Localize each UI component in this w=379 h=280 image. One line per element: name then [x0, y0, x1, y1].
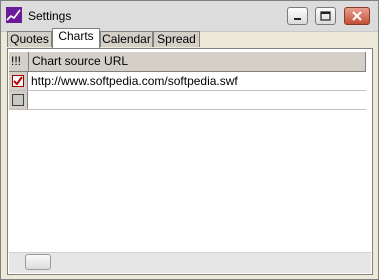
minimize-button[interactable] [287, 7, 308, 25]
maximize-button[interactable] [315, 7, 336, 25]
checkmark-icon [13, 76, 23, 86]
table-row[interactable]: http://www.softpedia.com/softpedia.swf [9, 72, 366, 91]
minimize-icon [294, 18, 301, 20]
charts-tab-panel: !!! Chart source URL http://www.softpedi… [7, 48, 373, 275]
close-icon [352, 11, 362, 21]
tab-spread[interactable]: Spread [153, 31, 200, 47]
table-row[interactable] [9, 91, 366, 110]
column-header-flag[interactable]: !!! [9, 52, 29, 71]
row-header [9, 72, 28, 90]
scrollbar-thumb[interactable] [25, 254, 51, 270]
row-header [9, 91, 28, 109]
column-header-url[interactable]: Chart source URL [29, 52, 366, 71]
grid-header: !!! Chart source URL [9, 52, 366, 72]
maximize-icon [320, 11, 331, 21]
tab-charts[interactable]: Charts [52, 28, 100, 48]
row-checkbox[interactable] [12, 94, 24, 106]
row-checkbox[interactable] [12, 75, 24, 87]
close-button[interactable] [344, 7, 370, 25]
chart-source-grid[interactable]: !!! Chart source URL http://www.softpedi… [9, 50, 371, 252]
tab-quotes[interactable]: Quotes [7, 31, 52, 47]
horizontal-scrollbar[interactable] [9, 252, 371, 273]
settings-window: Settings Quotes Charts Calendar Spread !… [0, 0, 379, 280]
window-title: Settings [28, 9, 72, 23]
chart-line-icon [6, 7, 22, 23]
tab-calendar[interactable]: Calendar [100, 31, 153, 47]
url-cell[interactable]: http://www.softpedia.com/softpedia.swf [31, 72, 238, 90]
